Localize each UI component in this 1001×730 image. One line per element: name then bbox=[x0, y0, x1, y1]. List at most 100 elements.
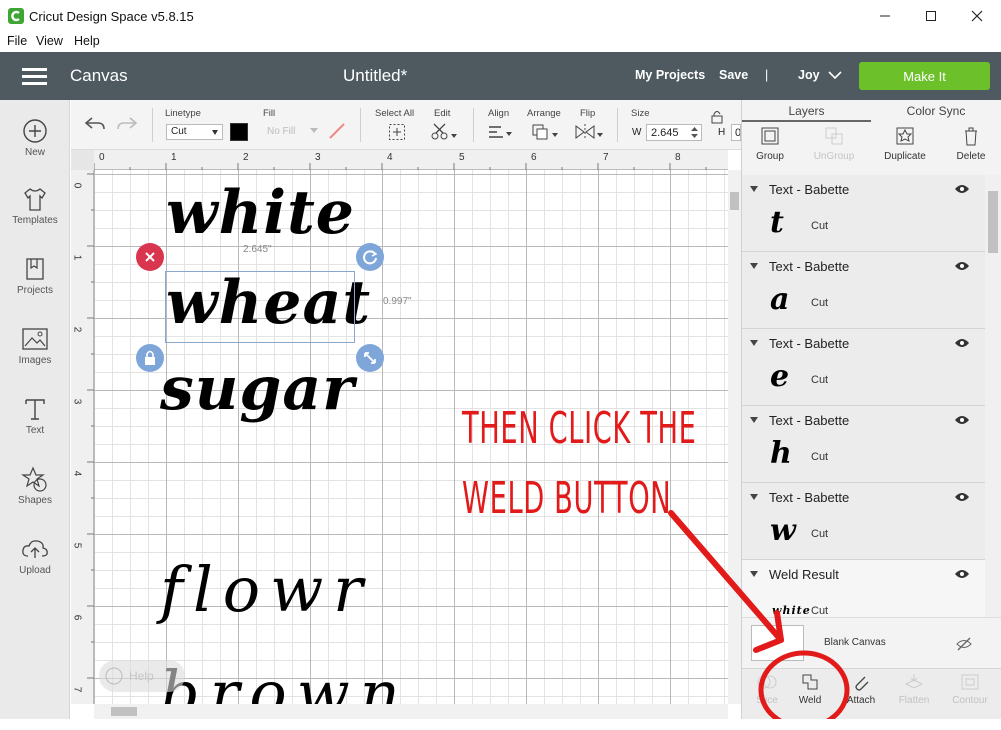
layer-row[interactable]: Text - Babette a Cut bbox=[742, 252, 985, 329]
canvas-horizontal-scrollbar[interactable] bbox=[94, 704, 728, 719]
visibility-eye-icon[interactable] bbox=[954, 414, 970, 426]
scroll-thumb[interactable] bbox=[730, 192, 739, 210]
left-ruler-marks bbox=[87, 173, 94, 679]
layer-thumbnail: e bbox=[770, 359, 791, 394]
layer-operation[interactable]: Cut bbox=[811, 374, 828, 386]
layer-operation[interactable]: Cut bbox=[811, 451, 828, 463]
ruler-tick: 3 bbox=[71, 398, 83, 405]
ruler-tick: 5 bbox=[459, 152, 465, 163]
help-label: Help bbox=[129, 669, 154, 683]
layer-operation[interactable]: Cut bbox=[811, 220, 828, 232]
layer-row[interactable]: Text - Babette h Cut bbox=[742, 406, 985, 483]
hamburger-menu-icon[interactable] bbox=[22, 68, 47, 86]
app-header bbox=[0, 52, 1001, 100]
resize-icon bbox=[364, 352, 376, 364]
collapse-caret-icon[interactable] bbox=[750, 186, 758, 192]
toolbar-divider bbox=[152, 108, 153, 142]
my-projects-link[interactable]: My Projects bbox=[635, 68, 705, 82]
menu-help[interactable]: Help bbox=[74, 34, 100, 48]
sidebar-label: Shapes bbox=[18, 495, 52, 506]
canvas-word-brown[interactable]: brown bbox=[160, 658, 410, 730]
layer-thumbnail: h bbox=[770, 436, 793, 471]
sidebar-item-shapes[interactable]: Shapes bbox=[0, 466, 70, 526]
rotate-handle[interactable] bbox=[356, 243, 384, 271]
chevron-down-icon[interactable] bbox=[828, 70, 842, 80]
ruler-corner bbox=[71, 150, 94, 170]
edit-label: Edit bbox=[434, 108, 451, 119]
redo-icon[interactable] bbox=[116, 115, 138, 133]
selection-bounding-box[interactable] bbox=[165, 271, 355, 343]
visibility-eye-icon[interactable] bbox=[954, 183, 970, 195]
tab-layers[interactable]: Layers bbox=[742, 100, 871, 122]
ungroup-button[interactable]: UnGroup bbox=[802, 125, 866, 162]
collapse-caret-icon[interactable] bbox=[750, 340, 758, 346]
ruler-tick: 4 bbox=[71, 470, 83, 477]
document-title[interactable]: Untitled* bbox=[343, 66, 407, 86]
menu-view[interactable]: View bbox=[36, 34, 63, 48]
layer-row[interactable]: Text - Babette e Cut bbox=[742, 329, 985, 406]
visibility-eye-icon[interactable] bbox=[954, 337, 970, 349]
sidebar-label: Text bbox=[25, 425, 45, 436]
layer-row[interactable]: Text - Babette t Cut bbox=[742, 175, 985, 252]
minimize-button[interactable] bbox=[862, 0, 908, 31]
width-value: 2.645 bbox=[651, 127, 679, 139]
tab-color-sync[interactable]: Color Sync bbox=[871, 100, 1001, 122]
canvas-word-sugar[interactable]: sugar bbox=[160, 354, 355, 424]
help-icon bbox=[105, 667, 123, 685]
visibility-eye-icon[interactable] bbox=[954, 260, 970, 272]
layer-name: Text - Babette bbox=[769, 336, 850, 351]
sidebar-item-text[interactable]: Text bbox=[0, 396, 70, 456]
sidebar-label: Images bbox=[18, 355, 52, 366]
canvas-word-flour[interactable]: flowr bbox=[160, 554, 373, 626]
resize-handle[interactable] bbox=[356, 344, 384, 372]
delete-handle[interactable] bbox=[136, 243, 164, 271]
undo-icon[interactable] bbox=[84, 115, 106, 133]
edit-scissors-icon[interactable] bbox=[430, 122, 458, 142]
collapse-caret-icon[interactable] bbox=[750, 263, 758, 269]
scroll-thumb[interactable] bbox=[111, 707, 137, 716]
duplicate-button[interactable]: Duplicate bbox=[873, 125, 937, 162]
user-menu[interactable]: Joy bbox=[798, 68, 820, 82]
lock-handle[interactable] bbox=[136, 344, 164, 372]
collapse-caret-icon[interactable] bbox=[750, 417, 758, 423]
cricut-logo-icon bbox=[8, 8, 24, 24]
stepper-icon[interactable] bbox=[691, 127, 698, 138]
ruler-tick: 2 bbox=[243, 152, 249, 163]
linetype-select[interactable]: Cut bbox=[166, 124, 223, 140]
group-button[interactable]: Group bbox=[738, 125, 802, 162]
close-icon bbox=[145, 252, 155, 262]
make-it-button[interactable]: Make It bbox=[859, 62, 990, 90]
menu-file[interactable]: File bbox=[7, 34, 27, 48]
close-window-button[interactable] bbox=[954, 0, 1000, 31]
fill-pattern-icon[interactable] bbox=[328, 122, 346, 140]
help-button[interactable]: Help bbox=[99, 660, 185, 692]
toolbar-divider bbox=[360, 108, 361, 142]
canvas-word-white[interactable]: white bbox=[166, 178, 355, 248]
fill-value[interactable]: No Fill bbox=[267, 126, 295, 137]
ruler-tick: 1 bbox=[171, 152, 177, 163]
ruler-tick: 8 bbox=[675, 152, 681, 163]
maximize-button[interactable] bbox=[908, 0, 954, 31]
sidebar-item-upload[interactable]: Upload bbox=[0, 536, 70, 596]
dropdown-caret-icon bbox=[310, 128, 318, 133]
sidebar-item-templates[interactable]: Templates bbox=[0, 186, 70, 246]
flip-icon[interactable] bbox=[574, 123, 604, 143]
align-icon[interactable] bbox=[487, 124, 513, 142]
lock-icon[interactable] bbox=[711, 110, 723, 124]
height-label: H bbox=[718, 127, 726, 138]
select-all-icon[interactable] bbox=[388, 123, 406, 141]
size-label: Size bbox=[631, 108, 650, 119]
sidebar-item-projects[interactable]: Projects bbox=[0, 256, 70, 316]
linetype-color-swatch[interactable] bbox=[230, 123, 248, 141]
delete-button[interactable]: Delete bbox=[939, 125, 1001, 162]
projects-icon bbox=[26, 258, 44, 280]
width-field[interactable]: 2.645 bbox=[646, 124, 702, 141]
sidebar-item-images[interactable]: Images bbox=[0, 326, 70, 386]
save-button[interactable]: Save bbox=[719, 68, 748, 82]
upload-icon bbox=[22, 540, 48, 558]
scroll-thumb[interactable] bbox=[988, 191, 998, 253]
layer-operation[interactable]: Cut bbox=[811, 297, 828, 309]
sidebar-item-new[interactable]: New bbox=[0, 118, 70, 178]
annotation-line-1: THEN CLICK THE bbox=[462, 403, 697, 454]
arrange-icon[interactable] bbox=[531, 123, 559, 143]
